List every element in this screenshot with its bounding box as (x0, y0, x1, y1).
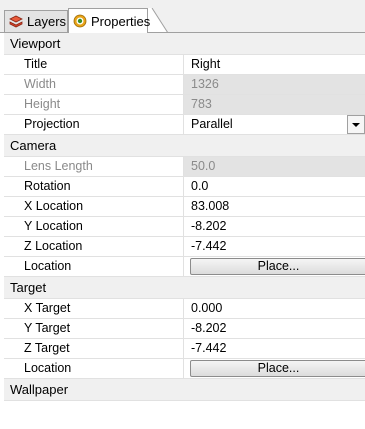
target-place-button[interactable]: Place... (190, 360, 365, 377)
properties-panel: Layers Properties Viewport Title Right W… (0, 0, 365, 429)
property-label: Lens Length (4, 157, 184, 176)
section-header-viewport[interactable]: Viewport (4, 33, 365, 55)
property-row-z-target: Z Target -7.442 (4, 339, 365, 359)
property-row-z-location: Z Location -7.442 (4, 237, 365, 257)
property-row-title: Title Right (4, 55, 365, 75)
rotation-field[interactable]: 0.0 (184, 177, 365, 196)
section-title-viewport: Viewport (10, 36, 61, 51)
section-title-camera: Camera (10, 138, 57, 153)
property-row-projection: Projection Parallel (4, 115, 365, 135)
property-label: X Location (4, 197, 184, 216)
x-location-field[interactable]: 83.008 (184, 197, 365, 216)
section-title-target: Target (10, 280, 47, 295)
panel-tab-bar: Layers Properties (0, 0, 365, 33)
property-label: Y Location (4, 217, 184, 236)
y-location-field[interactable]: -8.202 (184, 217, 365, 236)
viewport-title-field[interactable]: Right (184, 55, 365, 74)
section-header-target[interactable]: Target (4, 277, 365, 299)
section-header-wallpaper[interactable]: Wallpaper (4, 379, 365, 401)
property-row-width: Width 1326 (4, 75, 365, 95)
projection-selected-value: Parallel (191, 117, 233, 131)
section-title-wallpaper: Wallpaper (10, 382, 69, 397)
property-label: Height (4, 95, 184, 114)
property-label: Location (4, 257, 184, 276)
target-location-cell: Place... (184, 359, 365, 378)
property-row-x-location: X Location 83.008 (4, 197, 365, 217)
property-row-rotation: Rotation 0.0 (4, 177, 365, 197)
property-row-y-location: Y Location -8.202 (4, 217, 365, 237)
tab-properties-label: Properties (91, 13, 151, 29)
x-target-field[interactable]: 0.000 (184, 299, 365, 318)
property-row-lens-length: Lens Length 50.0 (4, 157, 365, 177)
property-row-camera-location: Location Place... (4, 257, 365, 277)
viewport-width-field: 1326 (184, 75, 365, 94)
tab-layers-label: Layers (27, 14, 67, 29)
property-grid: Viewport Title Right Width 1326 Height 7… (4, 33, 365, 401)
property-row-target-location: Location Place... (4, 359, 365, 379)
section-header-camera[interactable]: Camera (4, 135, 365, 157)
property-label: Location (4, 359, 184, 378)
chevron-down-icon (352, 122, 360, 127)
property-label: Z Location (4, 237, 184, 256)
property-row-y-target: Y Target -8.202 (4, 319, 365, 339)
projection-select[interactable]: Parallel (184, 115, 365, 134)
tab-layers[interactable]: Layers (4, 10, 68, 32)
camera-place-button[interactable]: Place... (190, 258, 365, 275)
z-location-field[interactable]: -7.442 (184, 237, 365, 256)
property-label: X Target (4, 299, 184, 318)
property-label: Title (4, 55, 184, 74)
property-label: Y Target (4, 319, 184, 338)
viewport-height-field: 783 (184, 95, 365, 114)
property-row-height: Height 783 (4, 95, 365, 115)
property-row-x-target: X Target 0.000 (4, 299, 365, 319)
layers-icon (9, 15, 23, 29)
tab-properties[interactable]: Properties (68, 8, 151, 33)
y-target-field[interactable]: -8.202 (184, 319, 365, 338)
properties-icon (73, 14, 87, 28)
property-label: Projection (4, 115, 184, 134)
property-label: Z Target (4, 339, 184, 358)
camera-location-cell: Place... (184, 257, 365, 276)
property-label: Rotation (4, 177, 184, 196)
property-label: Width (4, 75, 184, 94)
z-target-field[interactable]: -7.442 (184, 339, 365, 358)
dropdown-button[interactable] (347, 115, 365, 134)
lens-length-field: 50.0 (184, 157, 365, 176)
